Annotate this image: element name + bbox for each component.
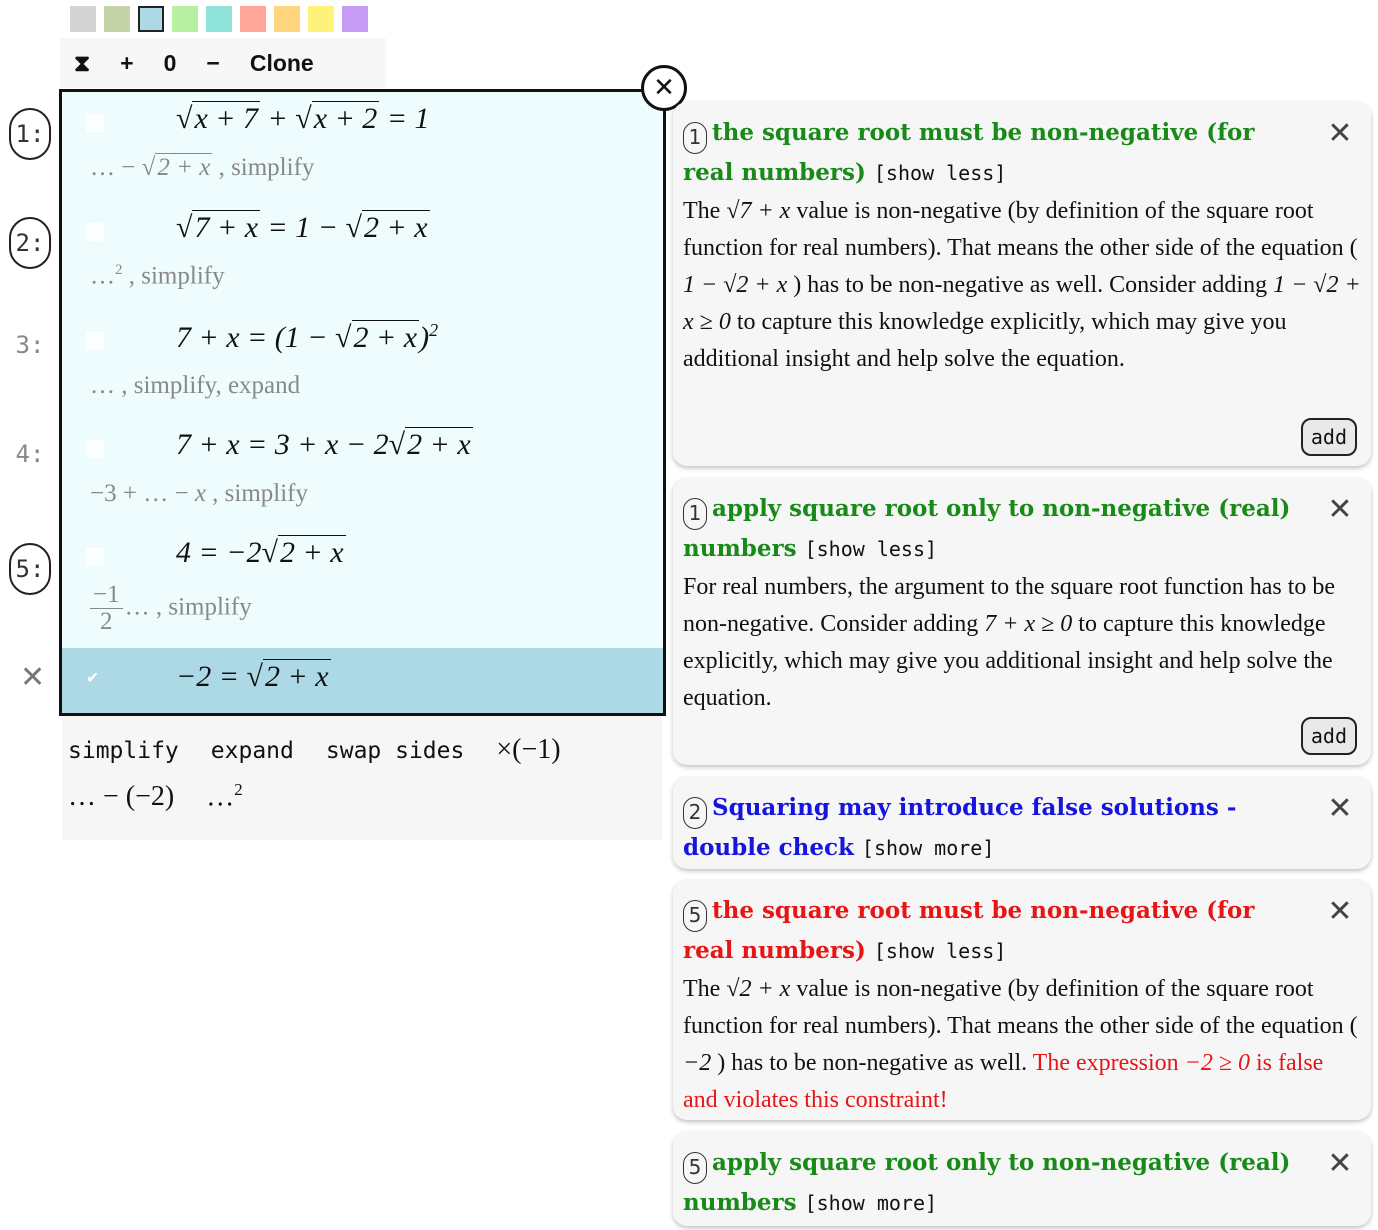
step-equation: √x + 7 + √x + 2 = 1 bbox=[176, 101, 430, 135]
swatch-lightblue[interactable] bbox=[138, 6, 164, 32]
show-less-toggle[interactable]: [show less] bbox=[805, 537, 937, 561]
hint-title[interactable]: 1 the square root must be non-negative (f… bbox=[683, 114, 1361, 192]
step-equation: 7 + x = (1 − √2 + x)2 bbox=[176, 320, 439, 354]
line-badge: 1 bbox=[683, 497, 707, 530]
swatch-lightgreen[interactable] bbox=[172, 6, 198, 32]
line-badge: 1 bbox=[683, 121, 707, 154]
hint-card: 2 Squaring may introduce false solutions … bbox=[673, 777, 1371, 869]
line-badge: 2 bbox=[683, 796, 707, 829]
color-palette bbox=[70, 6, 368, 32]
show-less-toggle[interactable]: [show less] bbox=[874, 161, 1006, 185]
check-icon[interactable]: ✔ bbox=[86, 668, 104, 687]
close-hint-icon[interactable]: ✕ bbox=[1323, 492, 1357, 527]
step-operation: … − √2 + x , simplify bbox=[90, 153, 315, 181]
hint-body: For real numbers, the argument to the sq… bbox=[683, 573, 1336, 711]
swatch-salmon[interactable] bbox=[240, 6, 266, 32]
swatch-gray[interactable] bbox=[70, 6, 96, 32]
line-number-3[interactable]: 3: bbox=[9, 319, 51, 371]
swatch-purple[interactable] bbox=[342, 6, 368, 32]
derivation-step-6[interactable]: ✔ −2 = √2 + x bbox=[62, 648, 663, 713]
close-hint-icon[interactable]: ✕ bbox=[1323, 791, 1357, 826]
toolbar: ⧗ + 0 − Clone bbox=[60, 38, 386, 88]
operations-panel: simplify expand swap sides ×(−1) … − (−2… bbox=[62, 716, 662, 840]
line-number-1[interactable]: 1: bbox=[9, 108, 51, 160]
swatch-yellow[interactable] bbox=[308, 6, 334, 32]
hint-card: 5 the square root must be non-negative (f… bbox=[673, 880, 1371, 1120]
hint-body: The √2 + x value is non-negative (by def… bbox=[683, 975, 1358, 1113]
swatch-teal[interactable] bbox=[206, 6, 232, 32]
subtract-minus-two-button[interactable]: … − (−2) bbox=[68, 781, 174, 813]
step-checkbox[interactable] bbox=[86, 440, 104, 458]
show-more-toggle[interactable]: [show more] bbox=[805, 1191, 937, 1215]
derivation-step-4[interactable]: 7 + x = 3 + x − 2√2 + x bbox=[62, 420, 663, 478]
square-button[interactable]: …2 bbox=[206, 780, 242, 813]
line-badge: 5 bbox=[683, 1151, 707, 1184]
step-equation: √7 + x = 1 − √2 + x bbox=[176, 210, 430, 244]
line-number-2[interactable]: 2: bbox=[9, 217, 51, 269]
step-checkbox[interactable] bbox=[86, 114, 104, 132]
hint-title[interactable]: 5 the square root must be non-negative (f… bbox=[683, 892, 1361, 970]
step-checkbox[interactable] bbox=[86, 548, 104, 566]
hint-card: 1 the square root must be non-negative (f… bbox=[673, 102, 1371, 466]
step-operation: … , simplify, expand bbox=[90, 372, 301, 399]
hint-card: 5 apply square root only to non-negative … bbox=[673, 1132, 1371, 1226]
add-button[interactable]: add bbox=[1300, 717, 1357, 755]
swap-sides-button[interactable]: swap sides bbox=[326, 738, 464, 764]
hint-card: 1 apply square root only to non-negative … bbox=[673, 478, 1371, 765]
step-equation: 4 = −2√2 + x bbox=[176, 535, 346, 569]
plus-button[interactable]: + bbox=[120, 50, 133, 77]
derivation-step-1[interactable]: √x + 7 + √x + 2 = 1 bbox=[62, 94, 663, 152]
derivation-panel: √x + 7 + √x + 2 = 1 … − √2 + x , simplif… bbox=[59, 89, 666, 716]
hint-title[interactable]: 2 Squaring may introduce false solutions … bbox=[683, 789, 1361, 867]
step-equation: 7 + x = 3 + x − 2√2 + x bbox=[176, 427, 473, 461]
hint-body: The √7 + x value is non-negative (by def… bbox=[683, 197, 1361, 372]
swatch-olive[interactable] bbox=[104, 6, 130, 32]
step-operation: −1 2… , simplify bbox=[90, 581, 252, 636]
zero-button[interactable]: 0 bbox=[164, 50, 177, 77]
multiply-minus-one-button[interactable]: ×(−1) bbox=[496, 734, 560, 766]
add-button[interactable]: add bbox=[1300, 418, 1357, 456]
show-less-toggle[interactable]: [show less] bbox=[874, 939, 1006, 963]
close-hint-icon[interactable]: ✕ bbox=[1323, 894, 1357, 929]
close-hint-icon[interactable]: ✕ bbox=[1323, 116, 1357, 151]
hint-title[interactable]: 5 apply square root only to non-negative … bbox=[683, 1144, 1361, 1222]
minus-button[interactable]: − bbox=[206, 50, 219, 77]
swatch-orange[interactable] bbox=[274, 6, 300, 32]
line-badge: 5 bbox=[683, 899, 707, 932]
line-number-4[interactable]: 4: bbox=[9, 428, 51, 480]
hourglass-icon[interactable]: ⧗ bbox=[74, 50, 90, 77]
close-hint-icon[interactable]: ✕ bbox=[1323, 1146, 1357, 1181]
step-checkbox[interactable] bbox=[86, 223, 104, 241]
clone-button[interactable]: Clone bbox=[250, 50, 314, 77]
hint-title[interactable]: 1 apply square root only to non-negative … bbox=[683, 490, 1361, 568]
simplify-button[interactable]: simplify bbox=[68, 738, 179, 764]
step-operation: …2 , simplify bbox=[90, 262, 225, 290]
derivation-step-5[interactable]: 4 = −2√2 + x bbox=[62, 528, 663, 586]
remove-line-icon[interactable]: ✕ bbox=[20, 660, 45, 695]
expand-button[interactable]: expand bbox=[211, 738, 294, 764]
show-more-toggle[interactable]: [show more] bbox=[862, 836, 994, 860]
derivation-step-2[interactable]: √7 + x = 1 − √2 + x bbox=[62, 203, 663, 261]
step-checkbox[interactable] bbox=[86, 332, 104, 350]
line-number-5[interactable]: 5: bbox=[9, 543, 51, 595]
step-equation: −2 = √2 + x bbox=[176, 659, 331, 693]
step-operation: −3 + … − x , simplify bbox=[90, 480, 309, 507]
derivation-step-3[interactable]: 7 + x = (1 − √2 + x)2 bbox=[62, 312, 663, 370]
